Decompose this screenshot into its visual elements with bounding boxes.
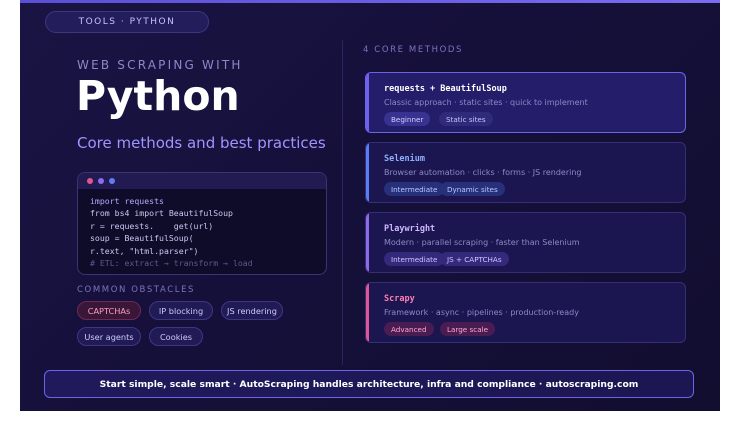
methods-label: 4 CORE METHODS: [363, 45, 464, 55]
obstacle-pill-user-agents: User agents: [77, 327, 141, 346]
footer-banner: Start simple, scale smart · AutoScraping…: [44, 370, 694, 398]
code-snippet: import requests from bs4 import Beautiful…: [78, 189, 326, 274]
code-line: r = requests. get(url): [90, 220, 214, 231]
top-accent-line: [20, 0, 720, 3]
method-name: requests + BeautifulSoup: [384, 84, 507, 94]
method-name: Selenium: [384, 154, 425, 164]
code-line: soup = BeautifulSoup(: [90, 233, 194, 244]
obstacle-pill-captchas: CAPTCHAs: [77, 301, 141, 320]
method-level-chip: Intermediate: [384, 252, 445, 266]
hero-subtitle: Core methods and best practices: [77, 134, 326, 152]
method-card-selenium: Selenium Browser automation · clicks · f…: [365, 142, 686, 203]
promo-card: TOOLS · PYTHON WEB SCRAPING WITH Python …: [20, 0, 720, 411]
method-card-playwright: Playwright Modern · parallel scraping · …: [365, 212, 686, 273]
method-desc: Framework · async · pipelines · producti…: [384, 308, 579, 317]
hero-overline: WEB SCRAPING WITH: [77, 58, 243, 72]
obstacle-pill-ip-blocking: IP blocking: [149, 301, 213, 320]
method-level-chip: Beginner: [384, 112, 431, 126]
hero-title: Python: [76, 72, 240, 120]
method-desc: Modern · parallel scraping · faster than…: [384, 238, 580, 247]
column-divider: [342, 40, 343, 365]
obstacles-label: COMMON OBSTACLES: [77, 285, 196, 295]
code-window: import requests from bs4 import Beautiful…: [77, 172, 327, 275]
code-line: from bs4 import BeautifulSoup: [90, 208, 233, 219]
code-comment: # ETL: extract → transform → load: [90, 258, 253, 269]
method-level-chip: Intermediate: [384, 182, 445, 196]
method-name: Scrapy: [384, 294, 415, 304]
method-accent-bar: [366, 143, 369, 202]
method-name: Playwright: [384, 224, 436, 234]
category-tag: TOOLS · PYTHON: [45, 11, 209, 33]
method-accent-bar: [366, 213, 369, 272]
code-line: r.text, "html.parser"): [90, 245, 199, 256]
code-line: import requests: [90, 196, 164, 206]
method-accent-bar: [366, 283, 369, 342]
method-usecase-chip: Dynamic sites: [440, 182, 505, 196]
method-accent-bar: [366, 73, 369, 132]
method-usecase-chip: JS + CAPTCHAs: [440, 252, 509, 266]
method-desc: Browser automation · clicks · forms · JS…: [384, 168, 582, 177]
obstacle-pill-cookies: Cookies: [149, 327, 203, 346]
method-card-scrapy: Scrapy Framework · async · pipelines · p…: [365, 282, 686, 343]
method-usecase-chip: Static sites: [439, 112, 493, 126]
method-usecase-chip: Large scale: [440, 322, 496, 336]
window-dot-red-icon: [87, 178, 93, 184]
method-card-requests: requests + BeautifulSoup Classic approac…: [365, 72, 686, 133]
window-dot-blue-icon: [109, 178, 115, 184]
obstacle-pill-js-rendering: JS rendering: [221, 301, 283, 320]
method-level-chip: Advanced: [384, 322, 434, 336]
window-dot-purple-icon: [98, 178, 104, 184]
code-window-titlebar: [78, 173, 326, 189]
method-desc: Classic approach · static sites · quick …: [384, 98, 588, 107]
